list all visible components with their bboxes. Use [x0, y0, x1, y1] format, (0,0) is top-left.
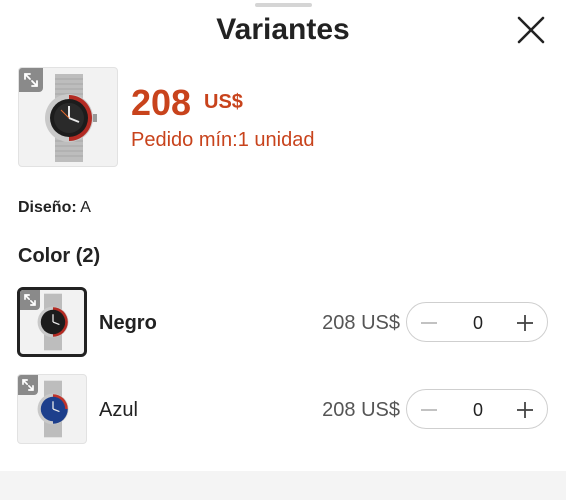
quantity-value[interactable]: 0 [449, 312, 507, 334]
expand-icon [24, 294, 36, 306]
quantity-stepper: 0 [406, 302, 548, 342]
drag-handle[interactable] [255, 3, 312, 7]
product-price: 208 [131, 82, 192, 123]
expand-icon [22, 379, 34, 391]
minus-icon[interactable] [415, 396, 443, 424]
watch-image [37, 293, 69, 351]
variant-name[interactable]: Azul [99, 398, 138, 422]
variant-price: 208 US$ [322, 399, 400, 421]
variant-price: 208 US$ [322, 312, 400, 334]
bottom-bar [0, 471, 566, 500]
expand-button[interactable] [19, 68, 43, 92]
minus-icon[interactable] [415, 309, 443, 337]
minimum-order: Pedido mín:1 unidad [131, 129, 315, 151]
variant-thumbnail-negro[interactable] [17, 287, 87, 357]
price-currency: US$ [204, 91, 243, 113]
plus-icon[interactable] [511, 309, 539, 337]
quantity-value[interactable]: 0 [449, 399, 507, 421]
sheet-title: Variantes [216, 13, 350, 46]
design-label: Diseño: [18, 199, 77, 216]
watch-image [37, 380, 69, 438]
product-image[interactable] [18, 67, 118, 167]
expand-button[interactable] [18, 375, 38, 395]
close-button[interactable] [514, 13, 548, 47]
close-icon [517, 16, 545, 44]
quantity-stepper: 0 [406, 389, 548, 429]
variant-name[interactable]: Negro [99, 311, 157, 335]
design-attribute: Diseño: A [18, 198, 91, 218]
design-value: A [80, 199, 91, 216]
expand-button[interactable] [20, 290, 40, 310]
color-section-heading: Color (2) [18, 245, 101, 267]
watch-image [45, 74, 97, 162]
variant-thumbnail-azul[interactable] [17, 374, 87, 444]
plus-icon[interactable] [511, 396, 539, 424]
expand-icon [24, 73, 38, 87]
